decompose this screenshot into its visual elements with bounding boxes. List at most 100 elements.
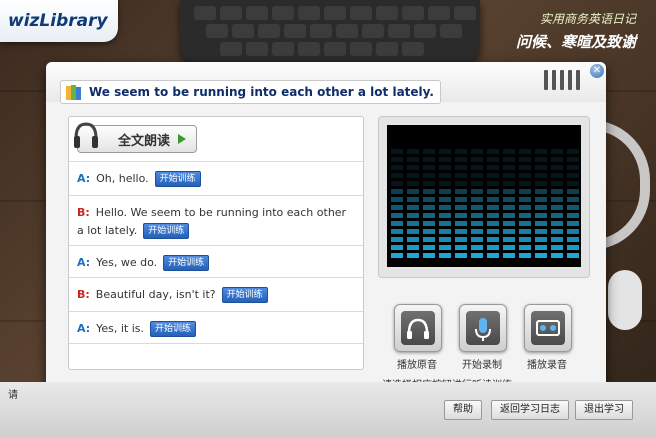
start-training-button[interactable]: 开始训练: [221, 287, 268, 303]
back-to-log-button[interactable]: 返回学习日志: [491, 400, 569, 420]
equalizer-cell: [551, 157, 563, 162]
equalizer-cell: [439, 165, 451, 170]
equalizer-cell: [423, 149, 435, 154]
equalizer-cell: [503, 245, 515, 250]
read-all-label: 全文朗读: [118, 133, 171, 149]
dialogue-empty-row: [69, 343, 363, 369]
equalizer-cell: [471, 173, 483, 178]
sentence-title: We seem to be running into each other a …: [89, 85, 434, 99]
equalizer-cell: [407, 181, 419, 186]
equalizer-cell: [551, 181, 563, 186]
equalizer-cell: [423, 245, 435, 250]
equalizer-cell: [423, 213, 435, 218]
equalizer-cell: [551, 197, 563, 202]
equalizer-cell: [567, 149, 579, 154]
equalizer-cell: [471, 181, 483, 186]
equalizer-cell: [535, 253, 547, 258]
equalizer-cell: [439, 173, 451, 178]
equalizer-cell: [519, 165, 531, 170]
dialogue-line: B: Beautiful day, isn't it? 开始训练: [69, 277, 363, 311]
grip-handle[interactable]: [544, 70, 580, 90]
read-all-button[interactable]: 全文朗读: [74, 122, 197, 153]
equalizer-cell: [455, 181, 467, 186]
equalizer-cell: [391, 165, 403, 170]
line-text: Yes, it is.: [96, 322, 145, 335]
start-training-button[interactable]: 开始训练: [150, 321, 197, 337]
equalizer-cell: [471, 213, 483, 218]
line-text: Yes, we do.: [96, 256, 158, 269]
equalizer-cell: [567, 245, 579, 250]
help-button[interactable]: 帮助: [444, 400, 482, 420]
equalizer-cell: [423, 197, 435, 202]
equalizer-cell: [391, 245, 403, 250]
equalizer-cell: [423, 165, 435, 170]
start-record-button[interactable]: [459, 304, 507, 352]
equalizer-cell: [487, 173, 499, 178]
equalizer-cell: [503, 197, 515, 202]
equalizer-cell: [503, 229, 515, 234]
equalizer-cell: [487, 165, 499, 170]
equalizer-cell: [407, 237, 419, 242]
equalizer-cell: [503, 221, 515, 226]
equalizer-cell: [487, 205, 499, 210]
equalizer-cell: [551, 173, 563, 178]
equalizer-cell: [551, 237, 563, 242]
equalizer-cell: [391, 253, 403, 258]
start-training-button[interactable]: 开始训练: [163, 255, 210, 271]
equalizer-cell: [423, 205, 435, 210]
equalizer-cell: [519, 181, 531, 186]
equalizer-cell: [487, 157, 499, 162]
equalizer-cell: [455, 149, 467, 154]
play-recording-label: 播放录音: [527, 360, 567, 371]
equalizer-cell: [439, 237, 451, 242]
equalizer-cell: [455, 221, 467, 226]
equalizer-cell: [455, 189, 467, 194]
equalizer-cell: [455, 165, 467, 170]
equalizer-cell: [487, 237, 499, 242]
equalizer-cell: [439, 149, 451, 154]
equalizer-cell: [455, 157, 467, 162]
equalizer-cell: [423, 181, 435, 186]
equalizer-cell: [455, 213, 467, 218]
equalizer-cell: [519, 189, 531, 194]
equalizer-cell: [519, 221, 531, 226]
equalizer-cell: [471, 221, 483, 226]
equalizer-cell: [407, 149, 419, 154]
equalizer-cell: [519, 173, 531, 178]
equalizer-cell: [439, 253, 451, 258]
close-button[interactable]: ✕: [590, 64, 604, 78]
start-training-button[interactable]: 开始训练: [143, 223, 190, 239]
equalizer-cell: [535, 197, 547, 202]
play-original-label: 播放原音: [397, 360, 437, 371]
equalizer-cell: [535, 213, 547, 218]
equalizer-cell: [471, 189, 483, 194]
exit-button[interactable]: 退出学习: [575, 400, 633, 420]
equalizer-cell: [423, 229, 435, 234]
equalizer-cell: [551, 205, 563, 210]
equalizer-cell: [439, 181, 451, 186]
equalizer-cell: [455, 237, 467, 242]
equalizer-cell: [391, 149, 403, 154]
equalizer-cell: [503, 181, 515, 186]
equalizer-cell: [455, 229, 467, 234]
equalizer-cell: [423, 189, 435, 194]
equalizer-cell: [551, 149, 563, 154]
equalizer-cell: [503, 189, 515, 194]
equalizer-display: [387, 125, 581, 267]
equalizer-cell: [567, 157, 579, 162]
equalizer-cell: [503, 157, 515, 162]
equalizer-cell: [551, 253, 563, 258]
equalizer-cell: [423, 173, 435, 178]
equalizer-cell: [423, 157, 435, 162]
start-training-button[interactable]: 开始训练: [154, 171, 201, 187]
equalizer-cell: [487, 253, 499, 258]
dialogue-line: A: Yes, we do. 开始训练: [69, 245, 363, 277]
equalizer-cell: [407, 205, 419, 210]
play-original-button[interactable]: [394, 304, 442, 352]
equalizer-cell: [439, 221, 451, 226]
play-icon: [178, 134, 187, 144]
play-recording-button[interactable]: [524, 304, 572, 352]
keyboard-decoration: [180, 0, 480, 62]
equalizer-cell: [407, 229, 419, 234]
equalizer-cell: [503, 165, 515, 170]
